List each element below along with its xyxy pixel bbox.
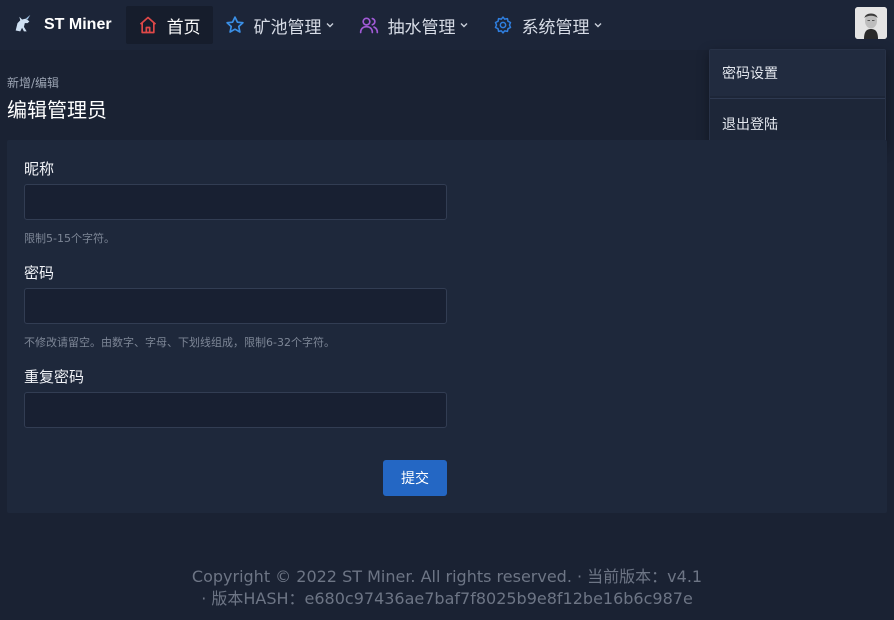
nav-item-pump-management[interactable]: 抽水管理 bbox=[347, 6, 481, 44]
main-nav: 首页 矿池管理 抽水管理 系统管理 bbox=[125, 0, 615, 50]
chevron-down-icon bbox=[326, 23, 334, 28]
admin-form-card: 昵称 限制5-15个字符。 密码 不修改请留空。由数字、字母、下划线组成，限制6… bbox=[7, 140, 887, 513]
nickname-help-text: 限制5-15个字符。 bbox=[24, 232, 115, 245]
repeat-password-input[interactable] bbox=[24, 392, 447, 428]
menu-divider bbox=[710, 98, 885, 99]
brand-name: ST Miner bbox=[44, 16, 112, 33]
brand[interactable]: ST Miner bbox=[12, 0, 112, 50]
password-input[interactable] bbox=[24, 288, 447, 324]
menu-item-password-settings[interactable]: 密码设置 bbox=[710, 50, 885, 96]
users-icon bbox=[359, 17, 378, 34]
user-dropdown-menu: 密码设置 退出登陆 bbox=[709, 49, 886, 147]
gear-icon bbox=[494, 16, 511, 34]
nav-item-label: 首页 bbox=[166, 17, 201, 38]
chevron-down-icon bbox=[460, 23, 468, 28]
nav-item-label: 抽水管理 bbox=[387, 17, 456, 38]
password-label: 密码 bbox=[24, 264, 55, 282]
copyright-text: Copyright © 2022 ST Miner. All rights re… bbox=[191, 567, 703, 586]
nav-item-pool-management[interactable]: 矿池管理 bbox=[213, 6, 347, 44]
repeat-password-label: 重复密码 bbox=[24, 368, 85, 386]
password-help-text: 不修改请留空。由数字、字母、下划线组成，限制6-32个字符。 bbox=[24, 336, 335, 349]
nav-item-home[interactable]: 首页 bbox=[125, 6, 213, 44]
star-icon bbox=[225, 16, 244, 33]
version-hash-text: · 版本HASH：e680c97436ae7baf7f8025b9e8f12be… bbox=[201, 589, 693, 608]
unicorn-logo-icon bbox=[15, 14, 31, 32]
menu-item-label: 退出登陆 bbox=[722, 117, 778, 133]
menu-item-label: 密码设置 bbox=[722, 66, 778, 82]
nickname-input[interactable] bbox=[24, 184, 447, 220]
avatar-image bbox=[855, 7, 887, 39]
home-icon bbox=[139, 16, 156, 34]
nav-item-system-management[interactable]: 系统管理 bbox=[481, 6, 615, 44]
breadcrumb: 新增/编辑 bbox=[7, 76, 60, 90]
chevron-down-icon bbox=[594, 23, 602, 28]
top-navbar: ST Miner 首页 矿池管理 抽水管理 系统管理 bbox=[0, 0, 894, 50]
footer: Copyright © 2022 ST Miner. All rights re… bbox=[0, 566, 894, 610]
nav-item-label: 系统管理 bbox=[521, 17, 590, 38]
user-avatar[interactable] bbox=[855, 7, 887, 39]
nav-item-label: 矿池管理 bbox=[253, 17, 322, 38]
nickname-label: 昵称 bbox=[24, 160, 55, 178]
submit-button[interactable]: 提交 bbox=[383, 460, 447, 496]
page-title: 编辑管理员 bbox=[7, 98, 107, 122]
